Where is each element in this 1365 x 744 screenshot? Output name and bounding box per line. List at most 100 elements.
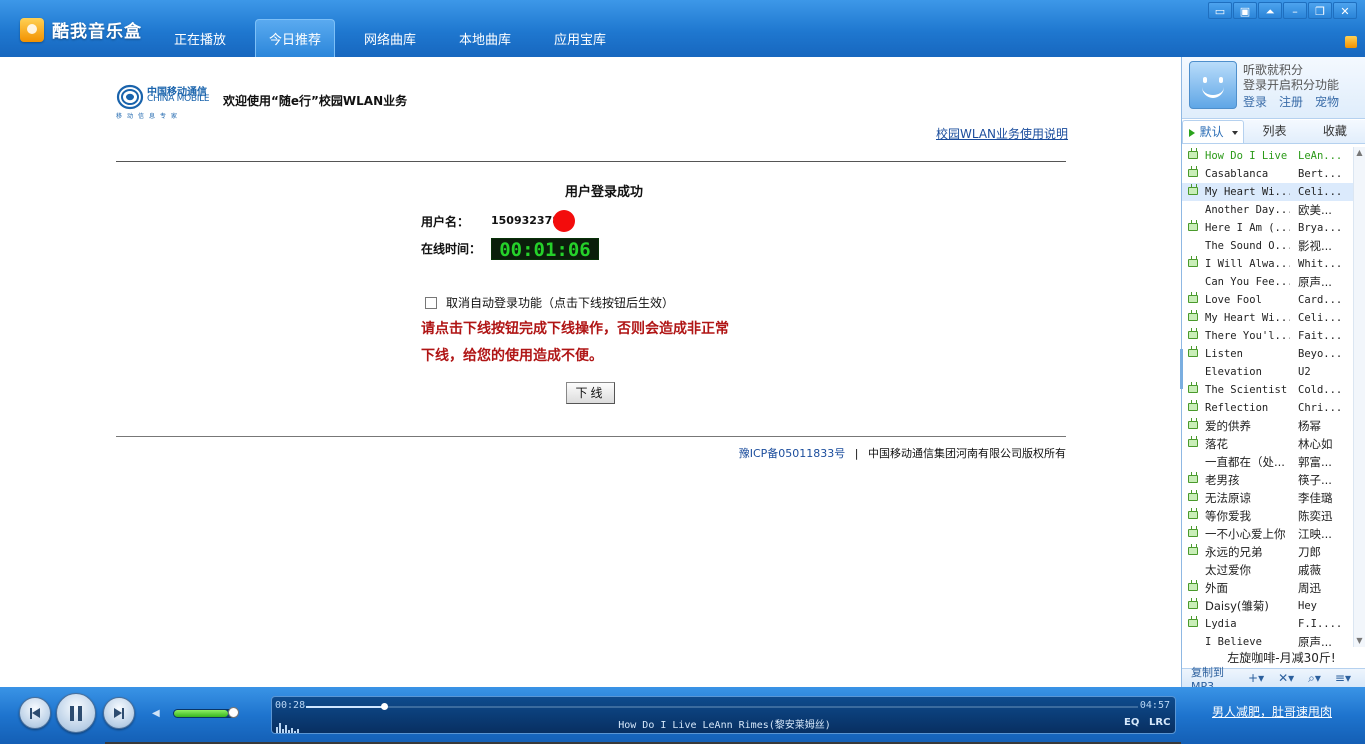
song-list-item[interactable]: Here I Am (... Brya... [1182, 219, 1354, 237]
app-title: 酷我音乐盒 [52, 22, 142, 42]
song-list-item[interactable]: I Believe 原声... [1182, 633, 1354, 647]
song-artist: 影视... [1298, 239, 1332, 253]
mv-icon[interactable] [1188, 583, 1198, 591]
mv-icon[interactable] [1188, 601, 1198, 609]
song-list-item[interactable]: 外面 周迅 [1182, 579, 1354, 597]
scroll-up-icon[interactable]: ▲ [1354, 147, 1365, 159]
next-button[interactable] [103, 697, 135, 729]
wlan-guide-link[interactable]: 校园WLAN业务使用说明 [936, 125, 1068, 142]
mv-icon[interactable] [1188, 421, 1198, 429]
add-icon[interactable]: +▾ [1248, 671, 1264, 685]
mv-icon[interactable] [1188, 439, 1198, 447]
song-list-item[interactable]: 太过爱你 戚薇 [1182, 561, 1354, 579]
song-list-item[interactable]: The Sound O... 影视... [1182, 237, 1354, 255]
tab-today-recommend[interactable]: 今日推荐 [255, 19, 335, 57]
mv-icon[interactable] [1188, 385, 1198, 393]
mv-icon[interactable] [1188, 331, 1198, 339]
avatar[interactable] [1189, 61, 1237, 109]
tab-local-library[interactable]: 本地曲库 [445, 19, 525, 57]
mv-icon[interactable] [1188, 403, 1198, 411]
song-title: Daisy(雏菊) [1205, 599, 1269, 613]
tab-online-library[interactable]: 网络曲库 [350, 19, 430, 57]
search-icon[interactable]: ⌕▾ [1308, 671, 1321, 686]
tab-app-store[interactable]: 应用宝库 [540, 19, 620, 57]
previous-button[interactable] [19, 697, 51, 729]
tab-default[interactable]: 默认 [1182, 120, 1245, 143]
volume-knob[interactable] [227, 707, 239, 718]
china-mobile-slogan: 移动信息专家 [116, 113, 183, 120]
song-list-item[interactable]: Casablanca Bert... [1182, 165, 1354, 183]
song-list-item[interactable]: There You'l... Fait... [1182, 327, 1354, 345]
mv-icon[interactable] [1188, 187, 1198, 195]
song-artist: 原声... [1298, 275, 1332, 289]
progress-bar[interactable] [306, 706, 1138, 708]
cancel-auto-login-checkbox[interactable] [425, 296, 437, 309]
tab-now-playing[interactable]: 正在播放 [160, 19, 240, 57]
scroll-down-icon[interactable]: ▼ [1354, 635, 1365, 647]
song-list-item[interactable]: 一直都在（处... 郭富... [1182, 453, 1354, 471]
mv-icon[interactable] [1188, 223, 1198, 231]
song-list-item[interactable]: 一不小心爱上你 江映... [1182, 525, 1354, 543]
song-list-item[interactable]: How Do I Live LeAn... [1182, 147, 1354, 165]
song-list-item[interactable]: 等你爱我 陈奕迅 [1182, 507, 1354, 525]
mv-icon[interactable] [1188, 295, 1198, 303]
login-link[interactable]: 登录 [1243, 93, 1267, 110]
tab-favorites[interactable]: 收藏 [1305, 120, 1365, 143]
song-list-item[interactable]: My Heart Wi... Celi... [1182, 183, 1354, 201]
mv-icon[interactable] [1188, 313, 1198, 321]
skin-icon[interactable]: ▣ [1233, 2, 1257, 19]
mv-icon[interactable] [1188, 493, 1198, 501]
restore-icon[interactable]: ❐ [1308, 2, 1332, 19]
lrc-button[interactable]: LRC [1149, 717, 1170, 728]
song-artist: Brya... [1298, 222, 1343, 234]
mv-icon[interactable] [1188, 619, 1198, 627]
song-list-item[interactable]: Listen Beyo... [1182, 345, 1354, 363]
song-title: Love Fool [1205, 294, 1262, 306]
song-list-item[interactable]: Another Day... 欧美... [1182, 201, 1354, 219]
mv-icon[interactable] [1188, 169, 1198, 177]
promo-link[interactable]: 男人减肥，肚哥速甩肉 [1212, 703, 1332, 720]
icp-link[interactable]: 豫ICP备05011833号 [739, 447, 846, 460]
progress-knob[interactable] [381, 703, 389, 710]
logout-button[interactable]: 下线 [566, 382, 615, 404]
song-list-item[interactable]: 落花 林心如 [1182, 435, 1354, 453]
song-list-item[interactable]: Daisy(雏菊) Hey [1182, 597, 1354, 615]
mv-icon[interactable] [1188, 547, 1198, 555]
mv-icon[interactable] [1188, 529, 1198, 537]
song-list-item[interactable]: Elevation U2 [1182, 363, 1354, 381]
song-list-scrollbar[interactable]: ▲ ▼ [1353, 147, 1365, 647]
mv-icon[interactable] [1188, 151, 1198, 159]
song-list-item[interactable]: 永远的兄弟 刀郎 [1182, 543, 1354, 561]
song-list-item[interactable]: 爱的供养 杨幂 [1182, 417, 1354, 435]
close-icon[interactable]: ✕ [1333, 2, 1357, 19]
song-list-item[interactable]: Can You Fee... 原声... [1182, 273, 1354, 291]
song-list-item[interactable]: Reflection Chri... [1182, 399, 1354, 417]
eq-button[interactable]: EQ [1124, 717, 1139, 728]
song-list-item[interactable]: Love Fool Card... [1182, 291, 1354, 309]
song-list-item[interactable]: I Will Alwa... Whit... [1182, 255, 1354, 273]
panel-resize-handle[interactable] [1180, 349, 1183, 389]
song-list-item[interactable]: My Heart Wi... Celi... [1182, 309, 1354, 327]
mv-icon[interactable] [1188, 259, 1198, 267]
song-list-item[interactable]: The Scientist Cold... [1182, 381, 1354, 399]
volume-icon[interactable]: ◀ [152, 708, 162, 719]
feedback-icon[interactable]: ▭ [1208, 2, 1232, 19]
mv-icon[interactable] [1188, 475, 1198, 483]
window-controls: ▭ ▣ ⏶ – ❐ ✕ [1207, 2, 1357, 19]
song-title: I Will Alwa... [1205, 258, 1290, 270]
tab-list[interactable]: 列表 [1244, 120, 1304, 143]
minimize-icon[interactable]: – [1283, 2, 1307, 19]
song-title: Casablanca [1205, 168, 1269, 180]
corner-gift-icon[interactable] [1345, 36, 1357, 48]
register-link[interactable]: 注册 [1279, 93, 1303, 110]
song-list-item[interactable]: Lydia F.I.... [1182, 615, 1354, 633]
pet-link[interactable]: 宠物 [1315, 93, 1339, 110]
song-list-item[interactable]: 无法原谅 李佳璐 [1182, 489, 1354, 507]
song-list-item[interactable]: 老男孩 筷子... [1182, 471, 1354, 489]
delete-icon[interactable]: ✕▾ [1278, 671, 1294, 685]
menu-icon[interactable]: ≡▾ [1335, 671, 1351, 685]
mv-icon[interactable] [1188, 349, 1198, 357]
mv-icon[interactable] [1188, 511, 1198, 519]
mini-mode-icon[interactable]: ⏶ [1258, 2, 1282, 19]
pause-button[interactable] [56, 693, 96, 733]
